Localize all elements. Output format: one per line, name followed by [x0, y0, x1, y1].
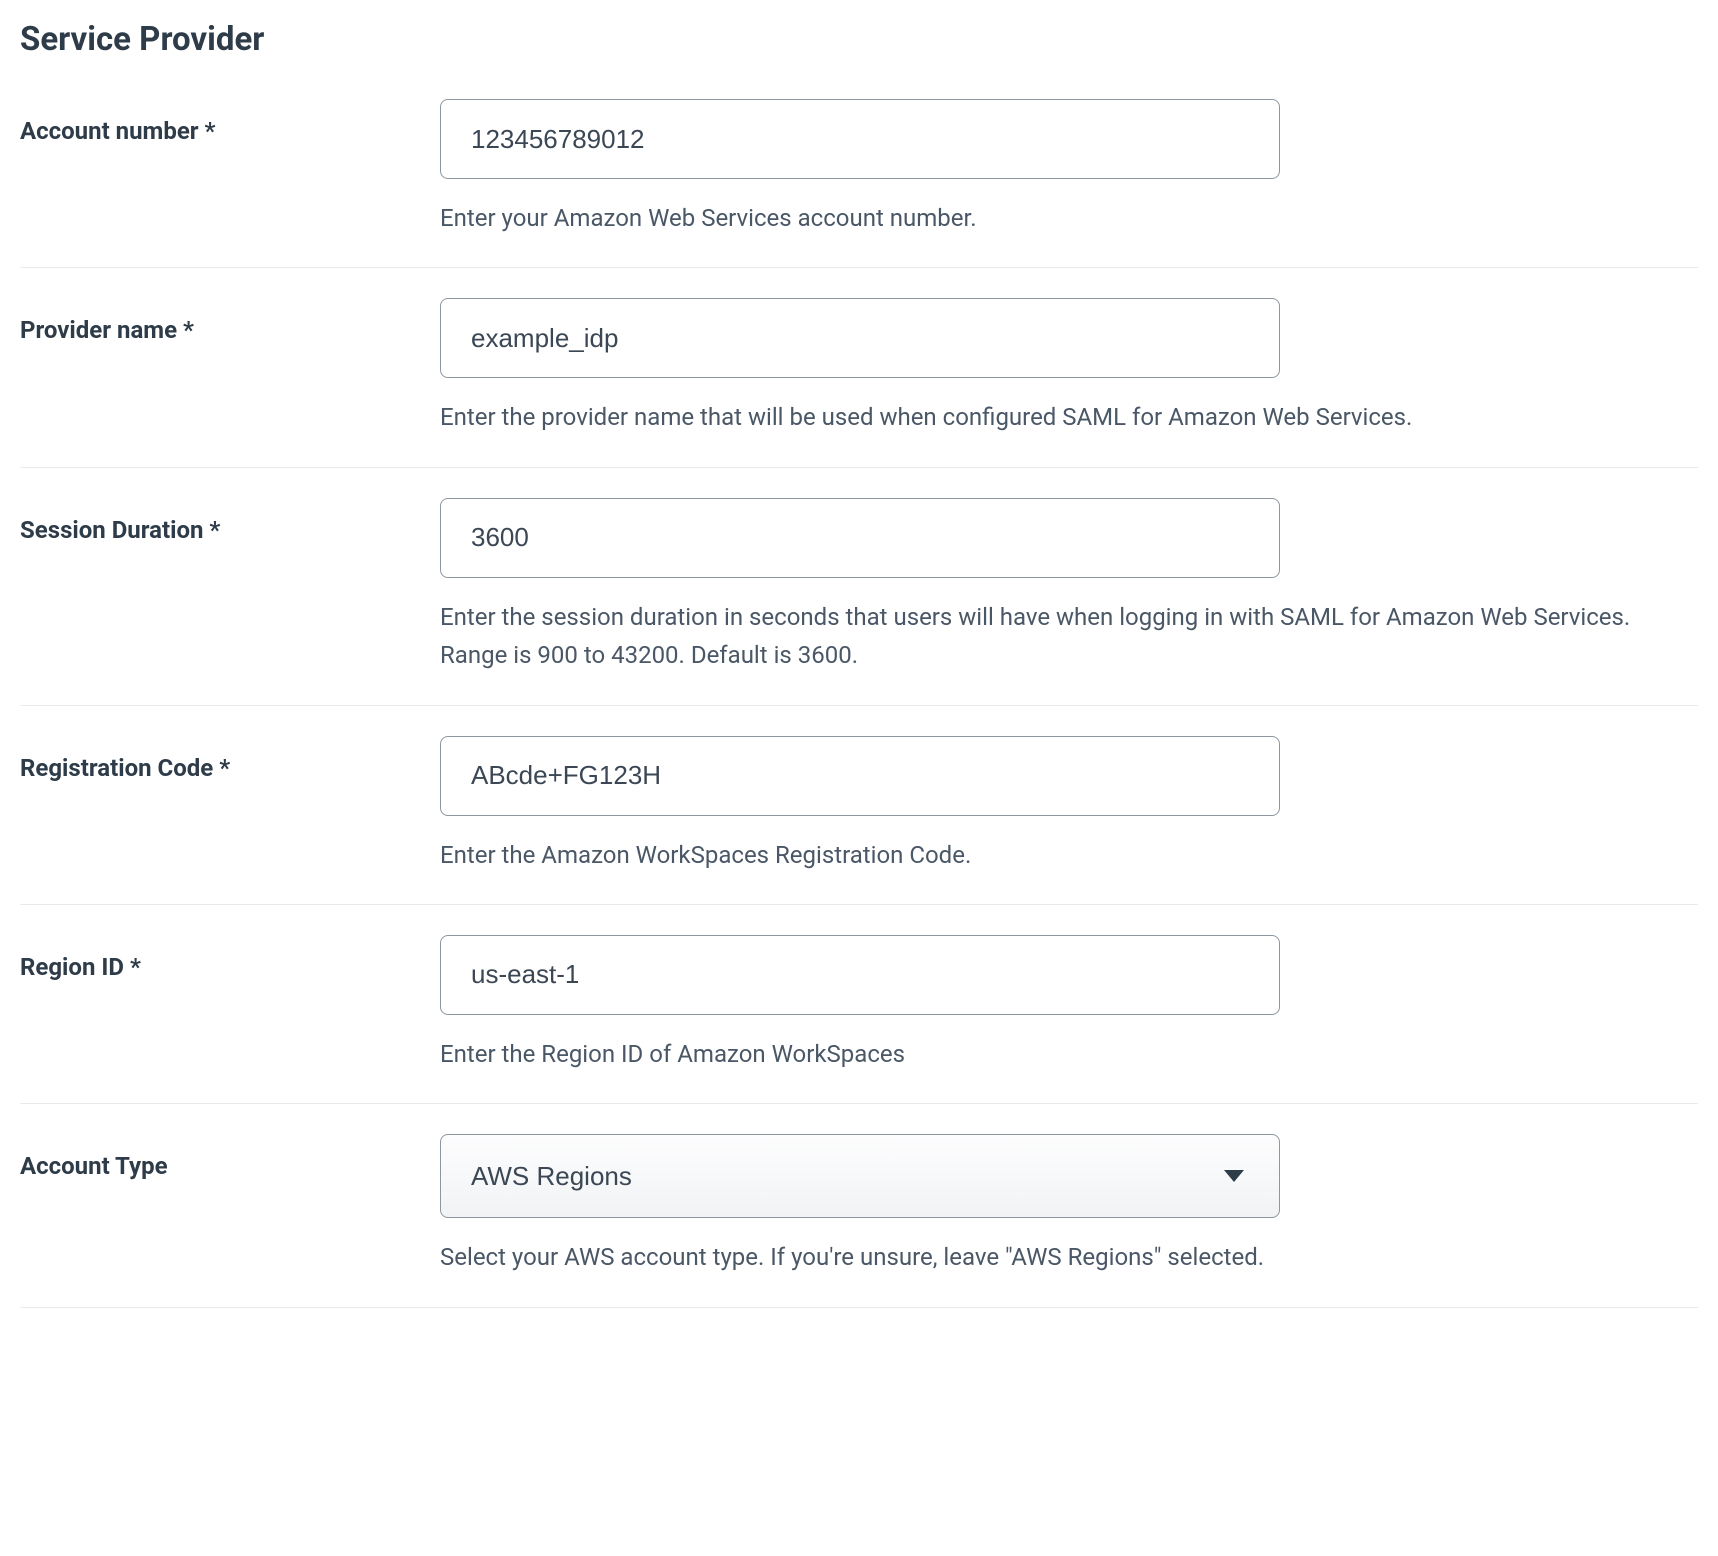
registration-code-help: Enter the Amazon WorkSpaces Registration… [440, 836, 1698, 874]
field-row-region-id: Region ID * Enter the Region ID of Amazo… [20, 905, 1698, 1104]
account-type-label: Account Type [20, 1134, 440, 1180]
account-number-help: Enter your Amazon Web Services account n… [440, 199, 1698, 237]
provider-name-help: Enter the provider name that will be use… [440, 398, 1698, 436]
field-row-registration-code: Registration Code * Enter the Amazon Wor… [20, 706, 1698, 905]
provider-name-label: Provider name * [20, 298, 440, 344]
account-number-input[interactable] [440, 99, 1280, 179]
session-duration-input[interactable] [440, 498, 1280, 578]
field-row-session-duration: Session Duration * Enter the session dur… [20, 468, 1698, 706]
region-id-label: Region ID * [20, 935, 440, 981]
registration-code-input[interactable] [440, 736, 1280, 816]
field-row-provider-name: Provider name * Enter the provider name … [20, 268, 1698, 467]
account-type-select[interactable]: AWS Regions [440, 1134, 1280, 1218]
account-number-label: Account number * [20, 99, 440, 145]
provider-name-input[interactable] [440, 298, 1280, 378]
account-type-help: Select your AWS account type. If you're … [440, 1238, 1698, 1276]
session-duration-help: Enter the session duration in seconds th… [440, 598, 1698, 675]
field-row-account-type: Account Type AWS Regions Select your AWS… [20, 1104, 1698, 1307]
registration-code-label: Registration Code * [20, 736, 440, 782]
account-type-selected-value: AWS Regions [471, 1161, 632, 1192]
session-duration-label: Session Duration * [20, 498, 440, 544]
region-id-input[interactable] [440, 935, 1280, 1015]
field-row-account-number: Account number * Enter your Amazon Web S… [20, 99, 1698, 268]
section-title: Service Provider [20, 20, 1698, 59]
region-id-help: Enter the Region ID of Amazon WorkSpaces [440, 1035, 1698, 1073]
